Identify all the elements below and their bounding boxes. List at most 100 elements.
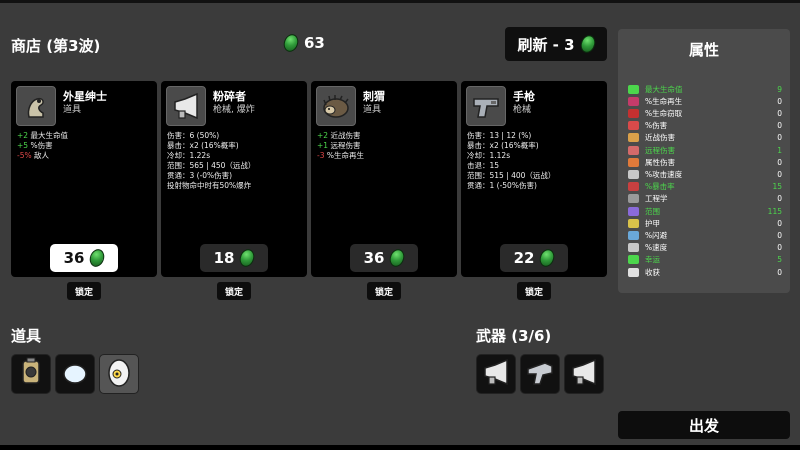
gold-counter: 63 <box>281 32 325 54</box>
price-button[interactable]: 18 <box>200 244 268 272</box>
price-value: 36 <box>363 249 385 267</box>
blob-item-icon <box>61 358 89 390</box>
item-slot[interactable] <box>99 354 139 394</box>
attributes-panel: 属性 最大生命值 9 %生命再生 0 %生命窃取 0 %伤害 0 近战伤害 0 远程伤害 1 属性伤害 0… <box>618 29 790 293</box>
price-value: 18 <box>213 249 235 267</box>
lock-button[interactable]: 锁定 <box>367 282 401 300</box>
attribute-name: 幸运 <box>645 255 660 265</box>
item-slot[interactable] <box>11 354 51 394</box>
attribute-icon <box>628 145 639 155</box>
megaphone-gun-icon <box>481 357 511 391</box>
attribute-name: %速度 <box>645 243 668 253</box>
price-button[interactable]: 36 <box>350 244 418 272</box>
attribute-icon <box>628 133 639 143</box>
item-slot[interactable] <box>55 354 95 394</box>
attribute-value: 0 <box>777 218 782 228</box>
stat-line: 贯通：1 (-50%伤害) <box>467 181 537 190</box>
card-stats: +2 近战伤害 +1 远程伤害 -3 %生命再生 <box>317 131 364 161</box>
smg-icon <box>525 357 555 391</box>
stat-line: +5 %伤害 <box>17 141 53 150</box>
attribute-icon <box>628 182 639 192</box>
price-value: 36 <box>63 249 85 267</box>
material-icon <box>237 247 258 269</box>
attribute-value: 0 <box>777 157 782 167</box>
attribute-name: %生命再生 <box>645 96 683 106</box>
attribute-row: 收获 0 <box>628 266 782 278</box>
weapon-slot[interactable] <box>520 354 560 394</box>
attribute-icon <box>628 108 639 118</box>
weapons-heading: 武器 (3/6) <box>476 327 552 345</box>
hedgehog-icon <box>316 86 356 126</box>
stat-line: 冷却：1.22s <box>167 151 211 160</box>
attribute-value: 0 <box>777 133 782 143</box>
stat-line: 击退：15 <box>467 161 500 170</box>
attribute-row: 远程伤害 1 <box>628 144 782 156</box>
attribute-name: 远程伤害 <box>645 145 675 155</box>
attribute-name: 收获 <box>645 267 660 277</box>
attribute-icon <box>628 84 639 94</box>
card-stats: +2 最大生命值 +5 %伤害 -5% 敌人 <box>17 131 68 161</box>
attribute-name: 属性伤害 <box>645 157 675 167</box>
lock-button[interactable]: 锁定 <box>217 282 251 300</box>
shop-card-pistol[interactable]: 手枪 枪械 伤害：13 | 12 (%) 暴击：x2 (16%概率) 冷却：1.… <box>461 81 607 277</box>
attribute-value: 15 <box>772 182 782 192</box>
attribute-name: %伤害 <box>645 121 668 131</box>
attribute-value: 5 <box>777 255 782 265</box>
attribute-icon <box>628 218 639 228</box>
shop-card-hedgehog[interactable]: 刺猬 道具 +2 近战伤害 +1 远程伤害 -3 %生命再生 36 <box>311 81 457 277</box>
price-value: 22 <box>513 249 535 267</box>
attribute-icon <box>628 96 639 106</box>
attribute-row: %暴击率 15 <box>628 181 782 193</box>
weapon-slot[interactable] <box>476 354 516 394</box>
attribute-row: %生命窃取 0 <box>628 107 782 119</box>
attribute-icon <box>628 121 639 131</box>
attribute-value: 9 <box>777 84 782 94</box>
reroll-button[interactable]: 刷新 - 3 <box>505 27 607 61</box>
alien-gentleman-icon <box>16 86 56 126</box>
attribute-value: 0 <box>777 169 782 179</box>
items-heading: 道具 <box>11 327 42 345</box>
stat-line: 暴击：x2 (16%概率) <box>167 141 239 150</box>
megaphone-gun-icon <box>166 86 206 126</box>
attribute-row: %伤害 0 <box>628 120 782 132</box>
attribute-row: 近战伤害 0 <box>628 132 782 144</box>
attribute-row: %生命再生 0 <box>628 95 782 107</box>
price-button[interactable]: 36 <box>50 244 118 272</box>
material-icon <box>537 247 558 269</box>
attribute-row: 属性伤害 0 <box>628 156 782 168</box>
shop-card-crusher[interactable]: 粉碎者 枪械, 爆炸 伤害：6 (50%) 暴击：x2 (16%概率) 冷却：1… <box>161 81 307 277</box>
attribute-value: 0 <box>777 96 782 106</box>
card-stats: 伤害：13 | 12 (%) 暴击：x2 (16%概率) 冷却：1.12s 击退… <box>467 131 555 191</box>
attribute-row: %攻击速度 0 <box>628 168 782 180</box>
attribute-icon <box>628 243 639 253</box>
attribute-name: 护甲 <box>645 218 660 228</box>
card-kind: 枪械, 爆炸 <box>213 105 255 115</box>
shop-title: 商店 (第3波) <box>11 37 101 55</box>
stat-line: 伤害：6 (50%) <box>167 131 220 140</box>
megaphone-gun-icon <box>569 357 599 391</box>
price-button[interactable]: 22 <box>500 244 568 272</box>
gold-amount: 63 <box>304 34 325 52</box>
stat-line: 伤害：13 | 12 (%) <box>467 131 532 140</box>
attribute-icon <box>628 157 639 167</box>
material-icon <box>281 32 301 54</box>
attribute-name: 近战伤害 <box>645 133 675 143</box>
lock-button[interactable]: 锁定 <box>67 282 101 300</box>
material-icon <box>387 247 408 269</box>
stat-line: 暴击：x2 (16%概率) <box>467 141 539 150</box>
lock-button[interactable]: 锁定 <box>517 282 551 300</box>
attribute-value: 0 <box>777 230 782 240</box>
stat-line: 范围：515 | 400（远战） <box>467 171 556 180</box>
go-button[interactable]: 出发 <box>618 411 790 439</box>
stat-line: -5% 敌人 <box>17 151 49 160</box>
stat-line: 投射物命中时有50%爆炸 <box>167 181 252 190</box>
attribute-row: 范围 115 <box>628 205 782 217</box>
weapon-slot[interactable] <box>564 354 604 394</box>
shop-card-alien-gentleman[interactable]: 外星绅士 道具 +2 最大生命值 +5 %伤害 -5% 敌人 36 <box>11 81 157 277</box>
material-icon <box>577 33 598 55</box>
attribute-row: 工程学 0 <box>628 193 782 205</box>
attribute-name: %闪避 <box>645 230 668 240</box>
attribute-value: 0 <box>777 194 782 204</box>
stat-line: +2 近战伤害 <box>317 131 361 140</box>
stat-line: 冷却：1.12s <box>467 151 511 160</box>
